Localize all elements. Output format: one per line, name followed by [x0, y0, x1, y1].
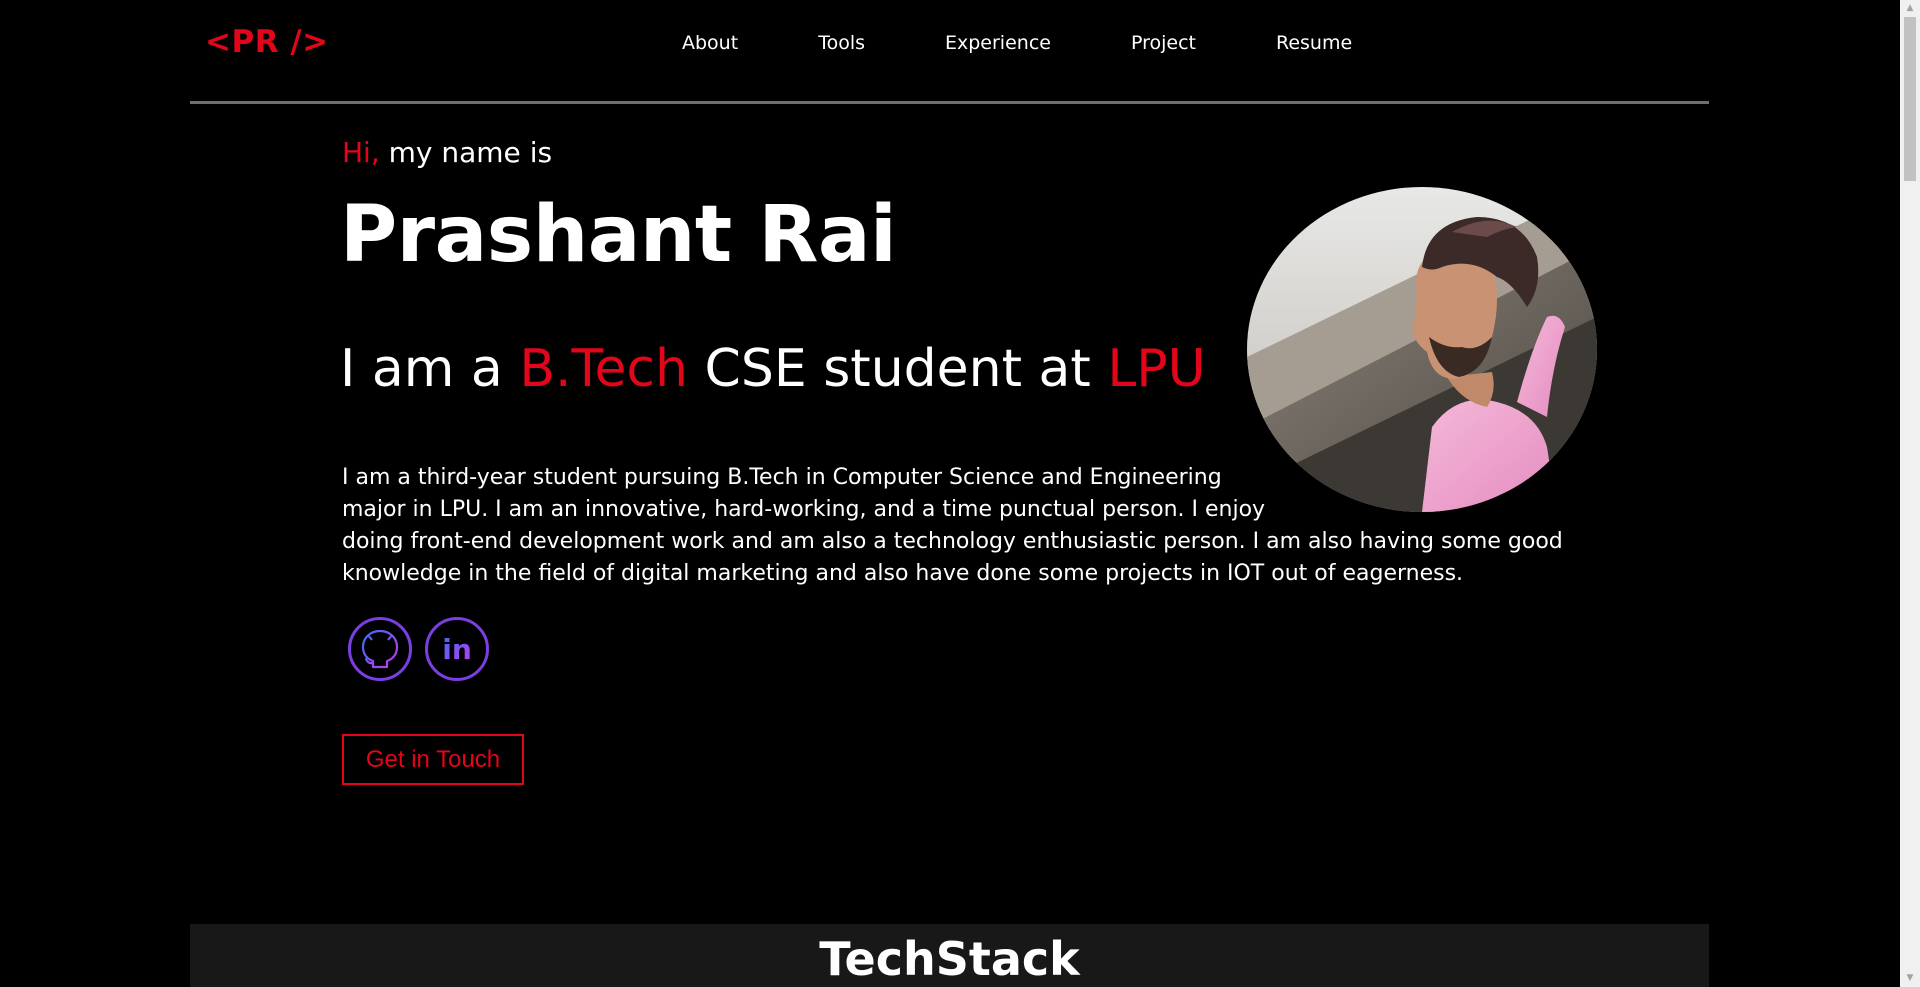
greeting-accent: Hi, — [342, 136, 380, 169]
about-line: major in LPU. I am an innovative, hard-w… — [342, 497, 1266, 522]
nav-item-about[interactable]: About — [682, 32, 738, 54]
about-line: doing front-end development work and am … — [342, 529, 1563, 554]
hero-role: I am a B.Tech CSE student at LPU — [340, 339, 1206, 399]
github-icon — [361, 629, 399, 669]
social-links: in — [348, 617, 489, 681]
scroll-down-icon[interactable]: ▼ — [1900, 970, 1920, 987]
role-mid: CSE student at — [687, 339, 1108, 399]
role-prefix: I am a — [340, 339, 520, 399]
site-logo[interactable]: <PR /> — [205, 24, 329, 60]
scrollbar-thumb[interactable] — [1904, 17, 1916, 181]
nav-item-project[interactable]: Project — [1131, 32, 1196, 54]
techstack-title: TechStack — [819, 932, 1080, 986]
profile-photo-illustration — [1247, 187, 1597, 512]
nav-item-tools[interactable]: Tools — [818, 32, 865, 54]
main-nav: About Tools Experience Project Resume — [682, 32, 1352, 54]
greeting: Hi, my name is — [342, 136, 552, 169]
role-degree: B.Tech — [519, 339, 688, 399]
nav-item-resume[interactable]: Resume — [1276, 32, 1352, 54]
vertical-scrollbar[interactable]: ▲ ▼ — [1900, 0, 1920, 987]
role-school: LPU — [1107, 339, 1206, 399]
profile-photo — [1247, 187, 1597, 512]
hero-name: Prashant Rai — [340, 190, 897, 280]
about-line: knowledge in the field of digital market… — [342, 561, 1464, 586]
scroll-up-icon[interactable]: ▲ — [1900, 0, 1920, 17]
linkedin-icon: in — [442, 633, 472, 666]
techstack-section: TechStack — [190, 924, 1709, 987]
nav-item-experience[interactable]: Experience — [945, 32, 1051, 54]
greeting-text: my name is — [379, 136, 553, 169]
get-in-touch-button[interactable]: Get in Touch — [342, 734, 524, 785]
linkedin-icon-text: in — [442, 633, 472, 666]
github-link[interactable] — [348, 617, 412, 681]
linkedin-link[interactable]: in — [425, 617, 489, 681]
page: <PR /> About Tools Experience Project Re… — [0, 0, 1900, 987]
